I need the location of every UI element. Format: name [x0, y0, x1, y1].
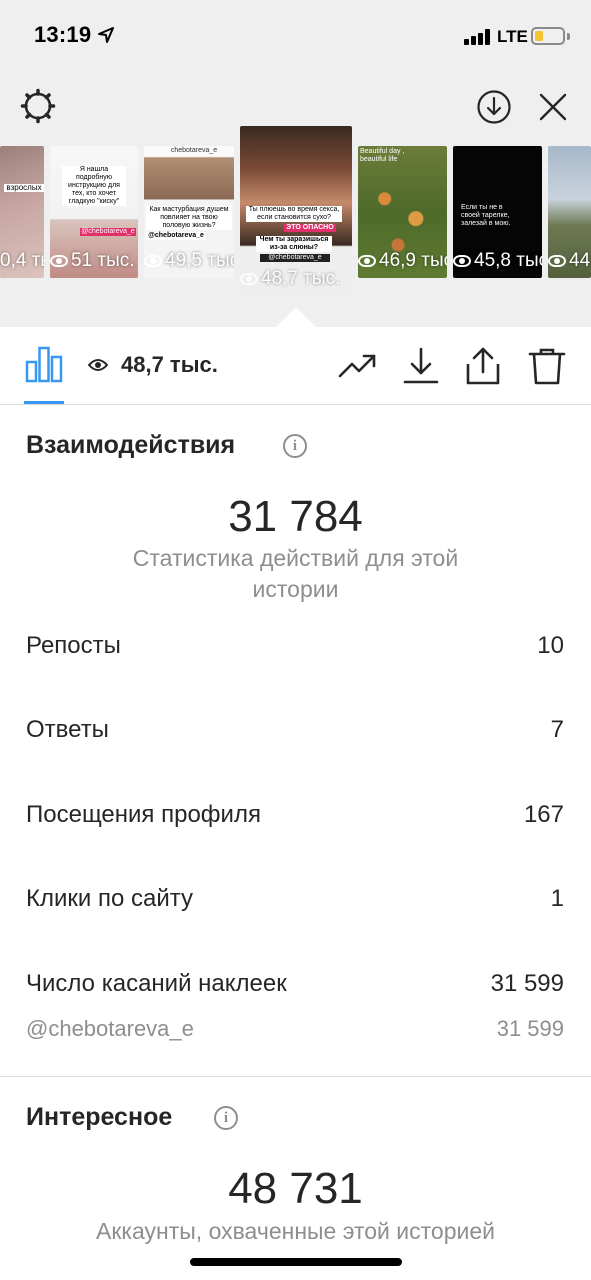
row-label-replies: Ответы [26, 716, 109, 743]
story-thumbnail[interactable]: 44 [548, 146, 591, 278]
row-value-reposts: 10 [537, 632, 564, 659]
story-text: Если ты не в своей тарелке, залезай в мо… [461, 204, 511, 227]
story-question: Чем ты заразишься из-за слюны? [256, 236, 332, 252]
story-views: 46,9 тыс. [358, 250, 447, 272]
sticker-mention-label: @chebotareva_e [26, 1016, 194, 1041]
info-icon[interactable]: i [214, 1106, 238, 1130]
trash-icon[interactable] [527, 346, 567, 386]
story-text: Beautiful day , beautiful life [360, 148, 405, 163]
story-username: chebotareva_e [170, 147, 218, 154]
story-text: Как мастурбация душем повлияет на твою п… [146, 206, 232, 230]
story-thumbnail[interactable]: Beautiful day , beautiful life 46,9 тыс. [358, 146, 447, 278]
info-icon[interactable]: i [283, 434, 307, 458]
close-icon[interactable] [537, 91, 569, 123]
story-views-count: 51 тыс. [71, 250, 135, 271]
story-tag: @chebotareva_e [260, 254, 330, 262]
bar-chart-icon[interactable] [24, 344, 64, 384]
sticker-mention-value: 31 599 [496, 1016, 564, 1041]
story-views: 0,4 тыс. [0, 250, 44, 272]
story-views: 45,8 тыс. [453, 250, 542, 272]
battery-icon [531, 27, 565, 45]
story-thumbnail[interactable]: Если ты не в своей тарелке, залезай в мо… [453, 146, 542, 278]
row-label-website-clicks: Клики по сайту [26, 885, 193, 912]
interactions-caption: Статистика действий для этой истории [132, 545, 459, 602]
story-views: 51 тыс. [50, 250, 135, 272]
interactions-total: 31 784 [228, 492, 363, 541]
row-label-reposts: Репосты [26, 632, 121, 659]
story-views: 49,5 тыс. [144, 250, 234, 272]
location-arrow-icon [98, 27, 114, 43]
story-views-count: 45,8 тыс. [474, 250, 542, 271]
home-indicator [190, 1258, 402, 1266]
story-views-count: 0,4 тыс. [0, 250, 44, 271]
row-value-replies: 7 [550, 716, 564, 743]
active-tab-indicator [24, 401, 64, 404]
story-tag: @chebotareva_e [146, 232, 206, 240]
story-badge: ЭТО ОПАСНО [284, 224, 336, 232]
discovery-total: 48 731 [228, 1164, 363, 1213]
section-divider [0, 1076, 591, 1077]
download-circle-icon[interactable] [476, 89, 512, 125]
story-thumbnail[interactable]: взрослых 0,4 тыс. [0, 146, 44, 278]
story-views-count: 46,9 тыс. [379, 250, 447, 271]
gear-icon[interactable] [20, 88, 56, 124]
story-thumbnail[interactable]: Я нашла подробную инструкцию для тех, кт… [50, 146, 138, 278]
row-value-profile-visits: 167 [523, 801, 564, 828]
discovery-title: Интересное [26, 1103, 173, 1131]
row-value-sticker-taps: 31 599 [490, 970, 564, 997]
story-views: 44 [548, 250, 590, 272]
views-count: 48,7 тыс. [121, 352, 218, 377]
story-thumbnail[interactable]: chebotareva_e Как мастурбация душем повл… [144, 146, 234, 278]
share-icon[interactable] [463, 346, 503, 386]
battery-cap [567, 33, 570, 40]
discovery-caption: Аккаунты, охваченные этой историей [96, 1218, 495, 1244]
network-type: LTE [497, 27, 528, 46]
story-views-count: 49,5 тыс. [165, 250, 234, 271]
story-text: Ты плюешь во время секса, если становитс… [246, 206, 342, 222]
trending-up-icon[interactable] [338, 346, 378, 386]
row-label-profile-visits: Посещения профиля [26, 801, 261, 828]
story-views-count: 48,7 тыс. [261, 268, 341, 289]
story-thumbnail-selected[interactable]: Ты плюешь во время секса, если становитс… [240, 126, 352, 296]
status-bar: 13:19 LTE [0, 0, 591, 72]
row-label-sticker-taps: Число касаний наклеек [26, 970, 287, 997]
story-text: Я нашла подробную инструкцию для тех, кт… [62, 166, 126, 206]
story-text: взрослых [4, 184, 44, 192]
story-tag: @chebotareva_e [80, 228, 136, 236]
signal-icon [464, 29, 492, 45]
interactions-title: Взаимодействия [26, 431, 236, 459]
eye-icon [88, 359, 108, 371]
status-time: 13:19 [34, 22, 92, 47]
download-icon[interactable] [401, 346, 441, 386]
story-views-count: 44 [569, 250, 591, 271]
row-value-website-clicks: 1 [550, 885, 564, 912]
story-views: 48,7 тыс. [240, 268, 340, 290]
